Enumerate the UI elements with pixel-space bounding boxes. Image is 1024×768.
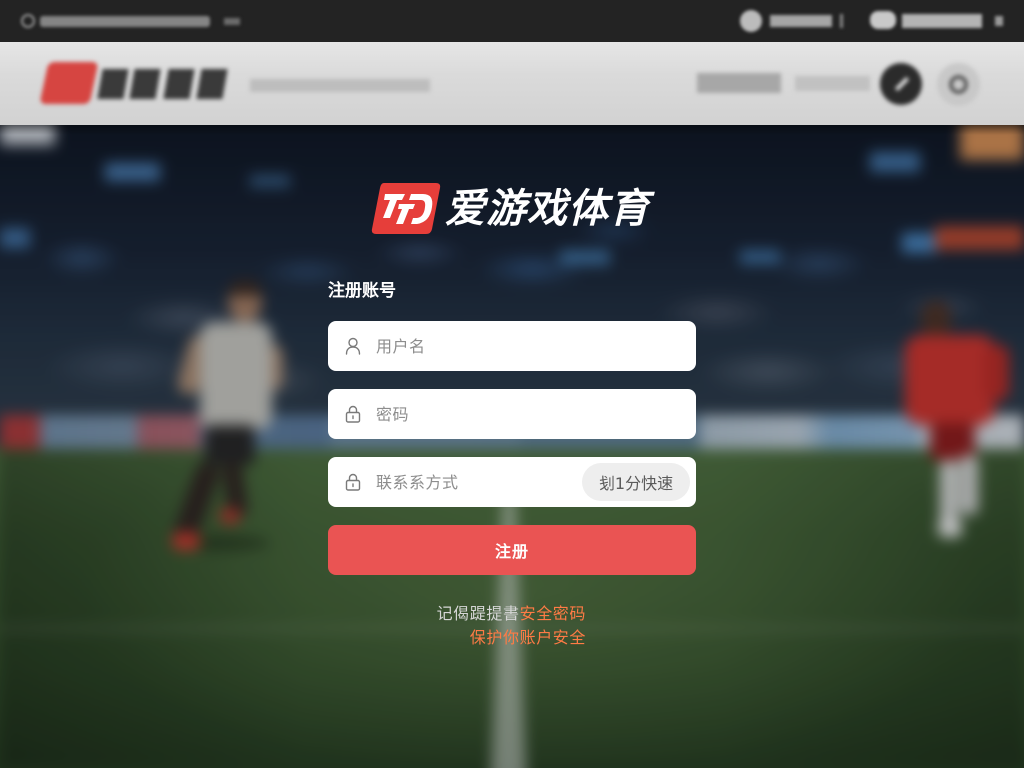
blurred-text bbox=[770, 15, 832, 27]
chevron-down-icon bbox=[995, 16, 1003, 26]
brand-logo-icon bbox=[371, 183, 441, 234]
brand-logo-text: 爱游戏体育 bbox=[445, 186, 650, 232]
clock-icon bbox=[740, 10, 762, 32]
lock-icon bbox=[345, 473, 361, 491]
blurred-text bbox=[250, 79, 430, 92]
chat-icon bbox=[870, 11, 896, 29]
header-gray-round-button bbox=[937, 63, 980, 106]
blurred-text bbox=[902, 14, 982, 28]
contact-field[interactable]: 刬1分快速 bbox=[328, 457, 696, 507]
blurred-text bbox=[795, 76, 870, 91]
register-button[interactable]: 注册 bbox=[328, 525, 696, 575]
password-input[interactable] bbox=[376, 389, 684, 439]
username-input[interactable] bbox=[376, 321, 684, 371]
header-logo-lettering bbox=[97, 69, 228, 99]
header-logo-icon bbox=[39, 62, 99, 104]
contact-input[interactable] bbox=[376, 457, 576, 507]
header-dark-round-button bbox=[880, 63, 922, 105]
lock-icon bbox=[345, 405, 361, 423]
site-header-content-blurred bbox=[0, 42, 1024, 125]
blurred-text bbox=[697, 73, 781, 93]
site-header bbox=[0, 42, 1024, 125]
divider bbox=[840, 14, 843, 28]
security-notice: 记偈踶提書安全密码 保护你账户安全 bbox=[326, 602, 586, 650]
notice-line-1-text: 记偈踶提書 bbox=[436, 604, 520, 623]
username-field[interactable] bbox=[328, 321, 696, 371]
globe-icon bbox=[21, 14, 35, 28]
user-icon bbox=[345, 337, 361, 355]
top-bar bbox=[0, 0, 1024, 42]
password-field[interactable] bbox=[328, 389, 696, 439]
gear-icon bbox=[949, 75, 968, 94]
top-bar-content-blurred bbox=[0, 0, 1024, 42]
form-title: 注册账号 bbox=[328, 281, 396, 301]
notice-line-1-highlight: 安全密码 bbox=[519, 604, 586, 623]
blurred-text bbox=[224, 18, 240, 25]
page: 爱游戏体育 注册账号 刬1分快速 注册 记偈踶提書安全密码 保护你账户安全 bbox=[0, 0, 1024, 768]
notice-line-1: 记偈踶提書安全密码 bbox=[326, 602, 586, 626]
quick-register-button[interactable]: 刬1分快速 bbox=[582, 463, 690, 501]
header-shadow bbox=[0, 125, 1024, 135]
notice-line-2: 保护你账户安全 bbox=[469, 628, 586, 647]
pen-icon bbox=[894, 76, 910, 92]
blurred-text bbox=[40, 16, 210, 27]
